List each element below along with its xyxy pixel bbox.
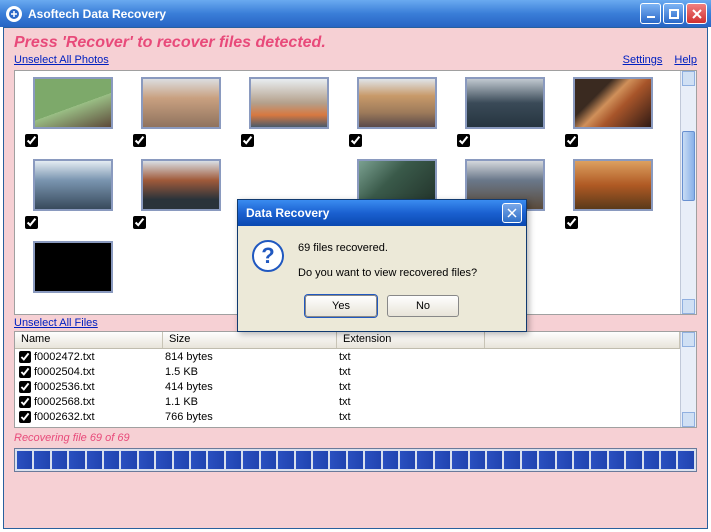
photo-checkbox[interactable] xyxy=(133,134,146,147)
file-size: 766 bytes xyxy=(163,411,337,423)
photo-thumbnail[interactable] xyxy=(19,75,127,153)
file-table: Name Size Extension f0002472.txt 814 byte… xyxy=(15,332,680,427)
photo-thumbnail[interactable] xyxy=(343,75,451,153)
scroll-down-icon[interactable] xyxy=(682,299,695,314)
file-name: f0002504.txt xyxy=(34,366,95,378)
photo-checkbox[interactable] xyxy=(565,216,578,229)
dialog-data-recovery: Data Recovery ? 69 files recovered. Do y… xyxy=(237,199,527,332)
scroll-thumb[interactable] xyxy=(682,131,695,201)
photo-checkbox[interactable] xyxy=(25,216,38,229)
col-spacer xyxy=(485,332,680,348)
window-controls xyxy=(640,3,707,24)
no-button[interactable]: No xyxy=(387,295,459,317)
window-title: Asoftech Data Recovery xyxy=(28,7,640,21)
instruction-text: Press 'Recover' to recover files detecte… xyxy=(4,28,707,54)
photo-checkbox[interactable] xyxy=(133,216,146,229)
file-row[interactable]: f0002504.txt 1.5 KBtxt xyxy=(15,364,680,379)
file-row[interactable]: f0002472.txt 814 bytestxt xyxy=(15,349,680,364)
progress-bar xyxy=(14,448,697,472)
question-icon: ? xyxy=(252,240,284,272)
photo-thumbnail[interactable] xyxy=(451,75,559,153)
dialog-line1: 69 files recovered. xyxy=(298,240,477,257)
dialog-buttons: Yes No xyxy=(238,291,526,331)
close-button[interactable] xyxy=(686,3,707,24)
file-size: 414 bytes xyxy=(163,381,337,393)
file-ext: txt xyxy=(337,381,485,393)
yes-button[interactable]: Yes xyxy=(305,295,377,317)
top-links: Unselect All Photos Settings Help xyxy=(4,54,707,70)
file-checkbox[interactable] xyxy=(19,411,31,423)
photo-checkbox[interactable] xyxy=(25,134,38,147)
status-text: Recovering file 69 of 69 xyxy=(4,428,707,446)
file-checkbox[interactable] xyxy=(19,396,31,408)
dialog-close-button[interactable] xyxy=(502,203,522,223)
dialog-title: Data Recovery xyxy=(246,206,502,220)
dialog-titlebar: Data Recovery xyxy=(238,200,526,226)
dialog-line2: Do you want to view recovered files? xyxy=(298,265,477,282)
unselect-photos-link[interactable]: Unselect All Photos xyxy=(14,54,109,66)
dialog-text: 69 files recovered. Do you want to view … xyxy=(298,240,477,281)
file-checkbox[interactable] xyxy=(19,381,31,393)
photo-thumbnail[interactable] xyxy=(127,157,235,235)
scroll-down-icon[interactable] xyxy=(682,412,695,427)
file-row[interactable]: f0002536.txt 414 bytestxt xyxy=(15,379,680,394)
col-size[interactable]: Size xyxy=(163,332,337,348)
help-link[interactable]: Help xyxy=(674,54,697,66)
col-ext[interactable]: Extension xyxy=(337,332,485,348)
file-size: 814 bytes xyxy=(163,351,337,363)
photo-scrollbar[interactable] xyxy=(680,71,696,314)
file-table-header: Name Size Extension xyxy=(15,332,680,349)
unselect-files-link[interactable]: Unselect All Files xyxy=(14,317,98,329)
file-row[interactable]: f0002632.txt 766 bytestxt xyxy=(15,409,680,424)
file-name: f0002472.txt xyxy=(34,351,95,363)
photo-thumbnail[interactable] xyxy=(235,75,343,153)
file-checkbox[interactable] xyxy=(19,351,31,363)
photo-checkbox[interactable] xyxy=(349,134,362,147)
file-scrollbar[interactable] xyxy=(680,332,696,427)
file-ext: txt xyxy=(337,351,485,363)
photo-checkbox[interactable] xyxy=(565,134,578,147)
scroll-up-icon[interactable] xyxy=(682,71,695,86)
file-size: 1.5 KB xyxy=(163,366,337,378)
col-name[interactable]: Name xyxy=(15,332,163,348)
photo-thumbnail[interactable] xyxy=(19,157,127,235)
photo-checkbox[interactable] xyxy=(457,134,470,147)
settings-link[interactable]: Settings xyxy=(623,54,663,66)
file-ext: txt xyxy=(337,411,485,423)
file-name: f0002536.txt xyxy=(34,381,95,393)
file-ext: txt xyxy=(337,366,485,378)
app-icon xyxy=(6,6,22,22)
file-ext: txt xyxy=(337,396,485,408)
file-name: f0002632.txt xyxy=(34,411,95,423)
photo-thumbnail[interactable] xyxy=(19,239,127,314)
dialog-body: ? 69 files recovered. Do you want to vie… xyxy=(238,226,526,291)
maximize-button[interactable] xyxy=(663,3,684,24)
scroll-up-icon[interactable] xyxy=(682,332,695,347)
minimize-button[interactable] xyxy=(640,3,661,24)
file-panel: Name Size Extension f0002472.txt 814 byte… xyxy=(14,331,697,428)
file-checkbox[interactable] xyxy=(19,366,31,378)
file-name: f0002568.txt xyxy=(34,396,95,408)
titlebar: Asoftech Data Recovery xyxy=(0,0,711,27)
photo-checkbox[interactable] xyxy=(241,134,254,147)
photo-thumbnail[interactable] xyxy=(559,157,667,235)
photo-thumbnail[interactable] xyxy=(127,75,235,153)
file-row[interactable]: f0002568.txt 1.1 KBtxt xyxy=(15,394,680,409)
photo-thumbnail[interactable] xyxy=(559,75,667,153)
file-size: 1.1 KB xyxy=(163,396,337,408)
